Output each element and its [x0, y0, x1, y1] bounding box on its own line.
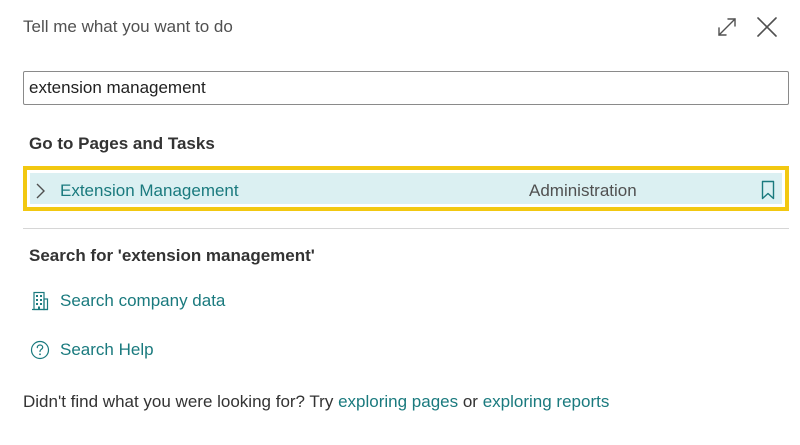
pages-tasks-heading: Go to Pages and Tasks	[29, 134, 215, 153]
search-help-link[interactable]: Search Help	[29, 337, 154, 363]
tell-me-dialog: Tell me what you want to do Go to Pages …	[0, 0, 800, 445]
help-circle-icon	[29, 339, 51, 361]
section-divider	[23, 228, 789, 229]
footer-text: Didn't find what you were looking for? T…	[23, 391, 609, 413]
search-for-heading: Search for 'extension management'	[29, 246, 315, 265]
search-company-data-link[interactable]: Search company data	[29, 288, 225, 314]
expand-button[interactable]	[712, 12, 742, 42]
close-button[interactable]	[752, 12, 782, 42]
search-company-data-label: Search company data	[60, 291, 226, 310]
chevron-right-icon	[36, 183, 45, 199]
bookmark-button[interactable]	[759, 178, 777, 202]
footer-middle: or	[462, 392, 478, 411]
search-input[interactable]	[23, 71, 789, 105]
building-icon	[29, 290, 51, 312]
expand-icon	[718, 18, 736, 36]
dialog-title: Tell me what you want to do	[23, 17, 233, 36]
close-icon	[757, 17, 777, 37]
bookmark-icon	[761, 180, 775, 200]
footer-prefix: Didn't find what you were looking for? T…	[23, 392, 334, 411]
exploring-reports-link[interactable]: exploring reports	[483, 392, 610, 411]
exploring-pages-link[interactable]: exploring pages	[338, 392, 458, 411]
result-label: Extension Management	[60, 181, 239, 200]
result-row-extension-management[interactable]: Extension Management Administration	[23, 166, 789, 211]
result-category: Administration	[529, 181, 637, 200]
result-row-background: Extension Management Administration	[30, 173, 782, 204]
search-help-label: Search Help	[60, 340, 154, 359]
